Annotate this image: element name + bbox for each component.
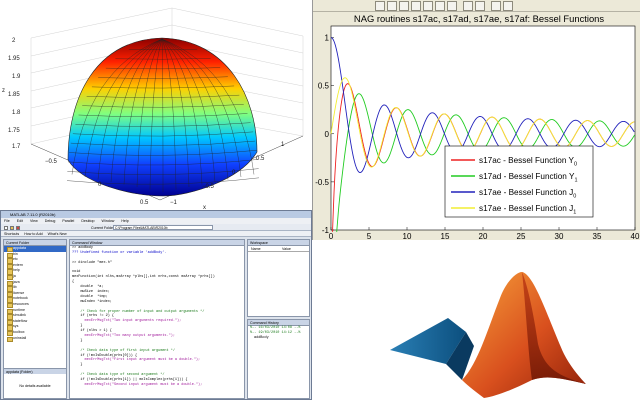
pointer-icon[interactable]	[375, 1, 385, 11]
command-output: >> addBody??? Undefined function or vari…	[70, 246, 244, 388]
simulink-icon[interactable]	[16, 225, 20, 230]
history-entry[interactable]: addBody	[248, 336, 309, 341]
code-line: mexErrMsgTxt("Second input argument must…	[72, 382, 203, 387]
legend-icon[interactable]	[475, 1, 485, 11]
col-value[interactable]: Value	[282, 246, 291, 252]
x-tick-label: 35	[593, 232, 602, 240]
z-tick: 1.8	[12, 110, 21, 116]
y-tick: 1	[281, 142, 285, 148]
z-tick: 1.75	[8, 128, 20, 134]
zoom-out-icon[interactable]	[399, 1, 409, 11]
data-cursor-icon[interactable]	[435, 1, 445, 11]
how-to-add-link[interactable]: How to Add	[24, 232, 42, 236]
y-tick-label: -1	[322, 226, 330, 235]
menu-parallel[interactable]: Parallel	[62, 219, 74, 223]
command-history-pane: Command History %-- 16/03/2010 14:08 --%…	[247, 319, 310, 399]
menu-help[interactable]: Help	[121, 219, 128, 223]
pan-icon[interactable]	[411, 1, 421, 11]
bessel-chart: NAG routines s17ac, s17ad, s17ae, s17af:…	[315, 13, 640, 240]
bessel-figure-window: NAG routines s17ac, s17ad, s17ae, s17af:…	[312, 0, 640, 240]
main-toolbar: Current Folder: C:\Program Files\MATLAB\…	[1, 224, 311, 231]
details-header: appdata (Folder)	[4, 368, 66, 374]
command-window[interactable]: Command Window >> addBody??? Undefined f…	[69, 239, 245, 399]
show-plot-tools-icon[interactable]	[503, 1, 513, 11]
x-tick-label: 10	[403, 232, 412, 240]
z-tick: 1.7	[12, 144, 21, 150]
x-tick-label: 5	[367, 232, 372, 240]
x-tick-label: 25	[517, 232, 526, 240]
figure-toolbar	[313, 0, 640, 12]
menu-view[interactable]: View	[30, 219, 38, 223]
workspace-pane: Workspace Name Value	[247, 239, 310, 317]
current-folder-label: Current Folder:	[91, 225, 116, 230]
menu-desktop[interactable]: Desktop	[81, 219, 94, 223]
y-tick-label: -0.5	[315, 178, 329, 187]
y-tick-label: 0.5	[318, 82, 330, 91]
y-tick: −1	[170, 200, 178, 206]
chart-title: NAG routines s17ac, s17ad, s17ae, s17af:…	[354, 13, 604, 24]
legend: s17ac - Bessel Function Y0s17ad - Bessel…	[444, 145, 594, 218]
current-folder-pane: Current Folder appdata bin etc extern help ja…	[3, 239, 67, 399]
y-tick-label: 0	[325, 130, 330, 139]
whats-new-link[interactable]: What's New	[48, 232, 67, 236]
current-folder-path[interactable]: C:\Program Files\MATLAB\R2010b	[113, 225, 213, 230]
shortcuts-link[interactable]: Shortcuts	[4, 232, 19, 236]
z-tick: 2	[12, 38, 16, 44]
y-tick: −0.5	[202, 184, 215, 190]
menu-edit[interactable]: Edit	[17, 219, 23, 223]
z-tick: 1.85	[8, 92, 20, 98]
matlab-logo	[390, 272, 586, 398]
folder-item[interactable]: uninstall	[4, 336, 66, 342]
file-list: appdata bin etc extern help ja java lib license n…	[4, 246, 66, 342]
z-axis-label: z	[2, 88, 5, 94]
z-tick: 1.95	[8, 56, 20, 62]
menu-window[interactable]: Window	[102, 219, 115, 223]
z-tick: 1.9	[12, 74, 21, 80]
shortcuts-bar: Shortcuts How to Add What's New	[1, 231, 311, 237]
menu-debug[interactable]: Debug	[45, 219, 56, 223]
x-tick-label: 15	[441, 232, 450, 240]
x-tick: −0.5	[45, 159, 58, 165]
window-title: MATLAB 7.11.0 (R2010b)	[1, 211, 311, 218]
x-tick-label: 20	[479, 232, 488, 240]
menu-file[interactable]: File	[4, 219, 10, 223]
workspace-header-row: Name Value	[248, 246, 309, 252]
open-folder-icon[interactable]	[10, 225, 14, 230]
surface-plot: 2 1.95 1.9 1.85 1.8 1.75 1.7 z −0.5 0 0.…	[2, 7, 304, 210]
x-tick-label: 40	[631, 232, 640, 240]
x-tick-label: 0	[329, 232, 334, 240]
x-tick-label: 30	[555, 232, 564, 240]
zoom-in-icon[interactable]	[387, 1, 397, 11]
details-text: No details available	[19, 384, 51, 388]
y-tick: 0.5	[256, 156, 265, 162]
colorbar-icon[interactable]	[463, 1, 473, 11]
new-file-icon[interactable]	[4, 225, 8, 230]
col-name[interactable]: Name	[251, 246, 261, 252]
y-tick-label: 1	[325, 34, 330, 43]
matlab-desktop-window: MATLAB 7.11.0 (R2010b) File Edit View De…	[0, 210, 312, 400]
z-axis-ticks: 2 1.95 1.9 1.85 1.8 1.75 1.7	[8, 38, 21, 150]
rotate-icon[interactable]	[423, 1, 433, 11]
brush-icon[interactable]	[447, 1, 457, 11]
hide-plot-tools-icon[interactable]	[491, 1, 501, 11]
x-tick: 0.5	[140, 200, 149, 206]
